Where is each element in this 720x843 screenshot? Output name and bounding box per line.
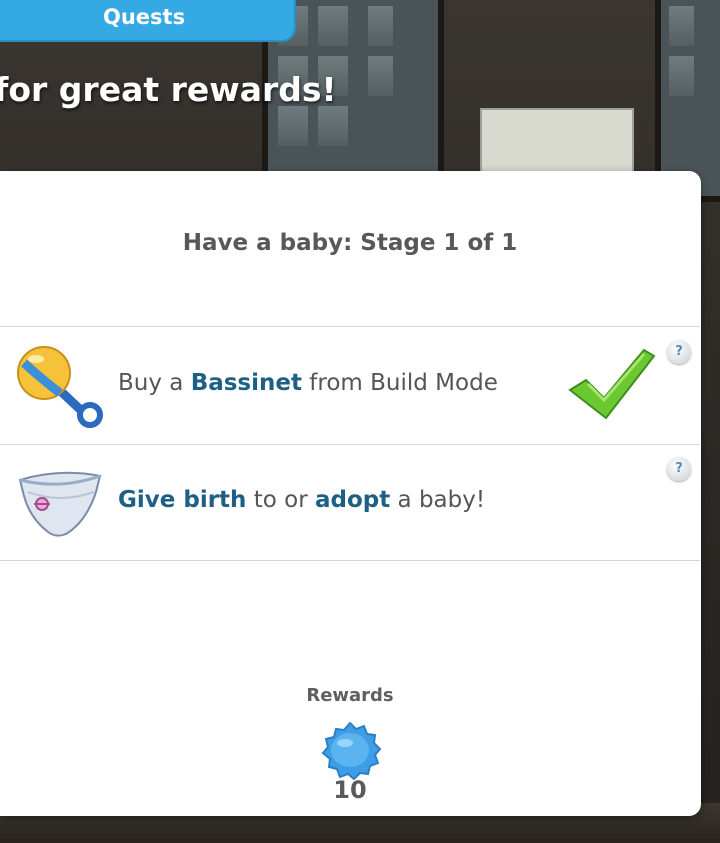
- divider: [0, 326, 700, 327]
- checkmark-icon: [568, 346, 658, 424]
- tab-quests-label: Quests: [103, 5, 186, 29]
- task-text-suffix: a baby!: [390, 487, 486, 513]
- rattle-icon: [14, 345, 104, 430]
- blue-gem-badge-icon: [318, 721, 382, 781]
- diaper-icon: [16, 462, 104, 542]
- task-text-bassinet: Buy a Bassinet from Build Mode: [118, 370, 498, 396]
- divider: [0, 560, 700, 561]
- stage-title: Have a baby: Stage 1 of 1: [182, 230, 518, 256]
- task-highlight-adopt[interactable]: adopt: [315, 487, 390, 513]
- quest-headline: for great rewards!: [0, 70, 337, 109]
- reward-amount: 10: [333, 776, 367, 804]
- task-text-middle: to or: [246, 487, 315, 513]
- divider: [0, 444, 700, 445]
- help-icon[interactable]: ?: [667, 340, 691, 364]
- task-text-baby: Give birth to or adopt a baby!: [118, 487, 485, 513]
- task-text-suffix: from Build Mode: [301, 370, 498, 396]
- task-highlight-give-birth[interactable]: Give birth: [118, 487, 246, 513]
- tab-quests[interactable]: Quests: [0, 0, 296, 42]
- help-icon[interactable]: ?: [667, 457, 691, 481]
- task-text-prefix: Buy a: [118, 370, 191, 396]
- rewards-label: Rewards: [306, 685, 394, 706]
- task-highlight-bassinet[interactable]: Bassinet: [191, 370, 302, 396]
